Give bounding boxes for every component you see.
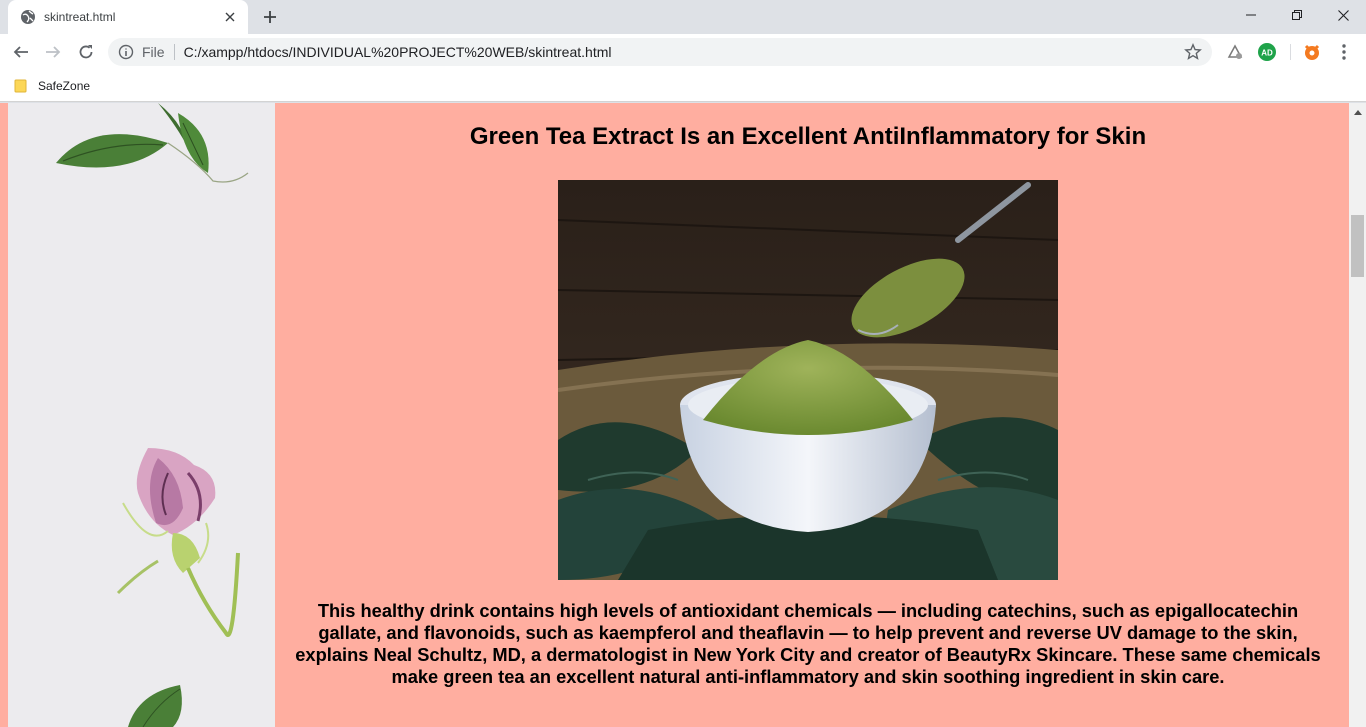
- close-window-button[interactable]: [1320, 0, 1366, 30]
- green-tea-photo: [558, 180, 1058, 580]
- close-icon: [1337, 9, 1349, 21]
- article-heading: Green Tea Extract Is an Excellent AntiIn…: [469, 123, 1147, 150]
- window-controls: [1228, 0, 1366, 30]
- bookmark-safezone[interactable]: SafeZone: [14, 76, 90, 96]
- page-body: Green Tea Extract Is an Excellent AntiIn…: [0, 103, 1349, 727]
- bookmark-label: SafeZone: [38, 79, 91, 93]
- address-url[interactable]: C:/xampp/htdocs/INDIVIDUAL%20PROJECT%20W…: [184, 44, 1184, 60]
- browser-toolbar: File C:/xampp/htdocs/INDIVIDUAL%20PROJEC…: [0, 34, 1366, 70]
- tab-bar: skintreat.html: [0, 0, 1366, 34]
- close-tab-icon[interactable]: [222, 9, 238, 25]
- back-button[interactable]: [8, 39, 34, 65]
- page-scrollbar[interactable]: [1349, 103, 1366, 727]
- extension-avast[interactable]: [1302, 42, 1322, 62]
- folder-icon: [14, 79, 28, 93]
- triangle-up-icon: [1353, 109, 1362, 115]
- bookmark-star-icon[interactable]: [1184, 43, 1202, 61]
- decorative-floral-image: [8, 103, 275, 727]
- page-viewport: Green Tea Extract Is an Excellent AntiIn…: [0, 103, 1349, 727]
- menu-button[interactable]: [1334, 42, 1354, 62]
- minimize-icon: [1246, 14, 1256, 16]
- bookmarks-bar: SafeZone: [0, 70, 1366, 102]
- restore-icon: [1292, 10, 1302, 20]
- globe-icon: [20, 9, 36, 25]
- toolbar-divider: [1290, 44, 1291, 60]
- article-paragraph: This healthy drink contains high levels …: [295, 600, 1321, 687]
- forward-button[interactable]: [40, 39, 66, 65]
- address-bar[interactable]: File C:/xampp/htdocs/INDIVIDUAL%20PROJEC…: [108, 38, 1212, 66]
- svg-text:AD: AD: [1261, 49, 1273, 58]
- arrow-right-icon: [46, 46, 61, 58]
- floral-illustration: [8, 103, 275, 727]
- avast-icon: [1304, 44, 1320, 60]
- minimize-button[interactable]: [1228, 0, 1274, 30]
- adblock-icon: AD: [1258, 43, 1276, 61]
- extension-icon-1[interactable]: [1225, 42, 1245, 62]
- address-scheme: File: [142, 44, 165, 60]
- tab-title: skintreat.html: [44, 10, 116, 24]
- article: Green Tea Extract Is an Excellent AntiIn…: [275, 103, 1341, 727]
- reload-icon: [79, 45, 93, 59]
- matcha-bowl-illustration: [558, 180, 1058, 580]
- restore-button[interactable]: [1274, 0, 1320, 30]
- new-tab-button[interactable]: [258, 6, 282, 28]
- plus-icon: [264, 11, 276, 23]
- kebab-menu-icon: [1342, 44, 1346, 60]
- tab-skintreat[interactable]: skintreat.html: [8, 0, 248, 34]
- scroll-up-button[interactable]: [1349, 103, 1366, 120]
- puzzle-icon: [1227, 44, 1243, 59]
- info-icon[interactable]: [118, 44, 134, 60]
- extension-adblock[interactable]: AD: [1257, 42, 1277, 62]
- scroll-thumb[interactable]: [1351, 215, 1364, 277]
- address-separator: [173, 44, 175, 60]
- reload-button[interactable]: [73, 39, 99, 65]
- arrow-left-icon: [13, 46, 28, 58]
